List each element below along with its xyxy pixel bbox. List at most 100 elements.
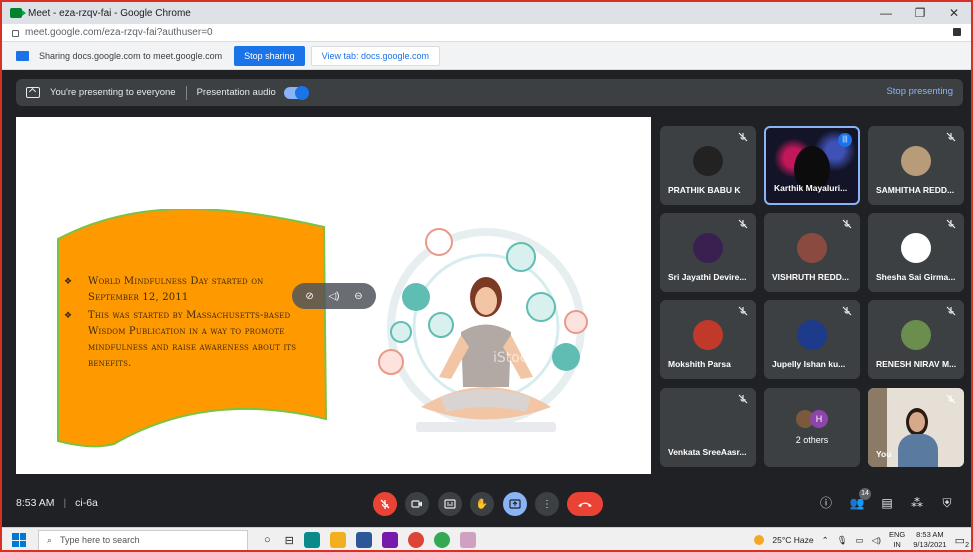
- search-placeholder: Type here to search: [60, 535, 140, 545]
- volume-icon[interactable]: ◁): [328, 291, 339, 302]
- hang-up-icon: [578, 502, 592, 507]
- participant-tile[interactable]: SAMHITHA REDD...: [868, 126, 964, 205]
- clock-time: 8:53 AM: [916, 530, 944, 539]
- mic-toggle-button[interactable]: [373, 492, 397, 516]
- participant-tile[interactable]: ||| Karthik Mayaluri...: [764, 126, 860, 205]
- mic-off-icon: [946, 394, 956, 404]
- participant-tile[interactable]: Venkata SreeAasr...: [660, 388, 756, 467]
- stop-presenting-button[interactable]: Stop presenting: [886, 86, 953, 97]
- remove-icon[interactable]: ⊖: [354, 291, 362, 302]
- captions-icon: [444, 499, 456, 509]
- diamond-bullet-icon: ❖: [64, 277, 73, 287]
- participant-name: Karthik Mayaluri...: [774, 183, 848, 193]
- windows-start-icon[interactable]: [12, 533, 26, 547]
- present-now-button[interactable]: [503, 492, 527, 516]
- browser-titlebar: Meet - eza-rzqv-fai - Google Chrome — ❐ …: [2, 2, 971, 24]
- participant-tile[interactable]: VISHRUTH REDD...: [764, 213, 860, 292]
- sharing-text: Sharing docs.google.com to meet.google.c…: [39, 50, 223, 61]
- clock-date: 9/13/2021: [913, 540, 947, 549]
- chrome-profile-icon[interactable]: [433, 532, 450, 548]
- participant-name: Jupelly Ishan ku...: [772, 359, 846, 369]
- hand-icon: ✋: [475, 498, 489, 510]
- mic-off-icon[interactable]: ⊘: [305, 291, 313, 302]
- search-icon: ⌕: [47, 534, 53, 545]
- participant-tile[interactable]: Mokshith Parsa: [660, 300, 756, 379]
- presenting-bar: You're presenting to everyone Presentati…: [16, 79, 963, 106]
- self-video-tile[interactable]: You: [868, 388, 964, 467]
- edge-icon[interactable]: [303, 532, 320, 548]
- bullet-item: ❖ This was started by Massachusetts-base…: [64, 308, 304, 372]
- meeting-details-button[interactable]: ⓘ: [816, 493, 836, 513]
- avatar-initial: H: [810, 410, 828, 428]
- meeting-time: 8:53 AM | ci-6a: [16, 497, 98, 509]
- participant-name: RENESH NIRAV M...: [876, 359, 957, 369]
- mic-off-icon: [842, 306, 852, 316]
- view-tab-button[interactable]: View tab: docs.google.com: [310, 45, 441, 66]
- participant-tile[interactable]: RENESH NIRAV M...: [868, 300, 964, 379]
- minimize-button[interactable]: —: [869, 2, 903, 24]
- participant-tile[interactable]: PRATHIK BABU K: [660, 126, 756, 205]
- volume-icon[interactable]: ◁): [872, 535, 881, 546]
- chat-button[interactable]: ▤: [877, 493, 897, 513]
- participant-tile[interactable]: Shesha Sai Girma...: [868, 213, 964, 292]
- avatar: [693, 320, 723, 350]
- presentation-audio-toggle[interactable]: [283, 85, 309, 100]
- more-options-button[interactable]: ⋮: [535, 492, 559, 516]
- language-indicator[interactable]: ENG IN: [889, 530, 905, 550]
- url-text[interactable]: meet.google.com/eza-rzqv-fai?authuser=0: [25, 27, 213, 38]
- task-view-icon[interactable]: ⊟: [285, 534, 294, 547]
- network-icon[interactable]: ▭: [856, 535, 864, 546]
- divider: |: [63, 497, 67, 509]
- onenote-icon[interactable]: [381, 532, 398, 548]
- info-icon: ⓘ: [819, 496, 832, 510]
- camera-toggle-button[interactable]: [405, 492, 429, 516]
- raise-hand-button[interactable]: ✋: [470, 492, 494, 516]
- participant-name: SAMHITHA REDD...: [876, 185, 955, 195]
- paint-icon[interactable]: [459, 532, 476, 548]
- extension-icon[interactable]: [953, 28, 961, 36]
- mic-icon[interactable]: 🎙: [837, 535, 848, 546]
- captions-button[interactable]: [438, 492, 462, 516]
- taskbar-clock[interactable]: 8:53 AM 9/13/2021: [913, 530, 946, 550]
- stop-sharing-button[interactable]: Stop sharing: [234, 45, 305, 66]
- meditation-illustration: iStock: [378, 228, 588, 432]
- leave-call-button[interactable]: [567, 492, 603, 516]
- participant-tile[interactable]: Sri Jayathi Devire...: [660, 213, 756, 292]
- time-text: 8:53 AM: [16, 497, 55, 509]
- cortana-icon[interactable]: ○: [264, 534, 271, 546]
- window-title: Meet - eza-rzqv-fai - Google Chrome: [28, 7, 191, 19]
- chrome-icon[interactable]: [407, 532, 424, 548]
- file-explorer-icon[interactable]: [329, 532, 346, 548]
- address-bar[interactable]: meet.google.com/eza-rzqv-fai?authuser=0: [2, 24, 971, 42]
- face: [909, 412, 925, 432]
- meeting-controls-bar: 8:53 AM | ci-6a ✋ ⋮ ⓘ 👥 14 ▤ ⁂ ⛨: [2, 487, 971, 522]
- mic-off-icon: [738, 219, 748, 229]
- diamond-bullet-icon: ❖: [64, 311, 73, 321]
- chevron-up-icon[interactable]: ⌃: [822, 535, 829, 546]
- present-icon: [509, 499, 521, 509]
- store-icon[interactable]: [355, 532, 372, 548]
- activities-icon: ⁂: [911, 496, 923, 510]
- restore-button[interactable]: ❐: [903, 2, 937, 24]
- avatar: [901, 146, 931, 176]
- close-button[interactable]: ✕: [937, 2, 971, 24]
- weather-icon: [754, 535, 765, 545]
- mic-off-icon: [738, 394, 748, 404]
- people-button[interactable]: 👥 14: [847, 488, 871, 513]
- host-controls-button[interactable]: ⛨: [937, 493, 957, 513]
- activities-button[interactable]: ⁂: [907, 493, 927, 513]
- meet-logo-icon: [10, 8, 26, 18]
- windows-taskbar: ⌕ Type here to search ○ ⊟ 25°C Haze ⌃ 🎙 …: [2, 527, 971, 550]
- participant-tile[interactable]: Jupelly Ishan ku...: [764, 300, 860, 379]
- avatar: [797, 233, 827, 263]
- others-tile[interactable]: H 2 others: [764, 388, 860, 467]
- taskbar-search-input[interactable]: ⌕ Type here to search: [38, 529, 248, 550]
- mic-off-icon: [946, 132, 956, 142]
- weather-text[interactable]: 25°C Haze: [772, 535, 813, 545]
- shield-icon: ⛨: [942, 496, 952, 510]
- notifications-icon[interactable]: ▭ 2: [955, 534, 969, 549]
- bullet-item: ❖ World Mindfulness Day started on Septe…: [64, 274, 304, 306]
- avatar: [693, 408, 723, 438]
- avatar: [693, 146, 723, 176]
- mic-off-icon: [946, 219, 956, 229]
